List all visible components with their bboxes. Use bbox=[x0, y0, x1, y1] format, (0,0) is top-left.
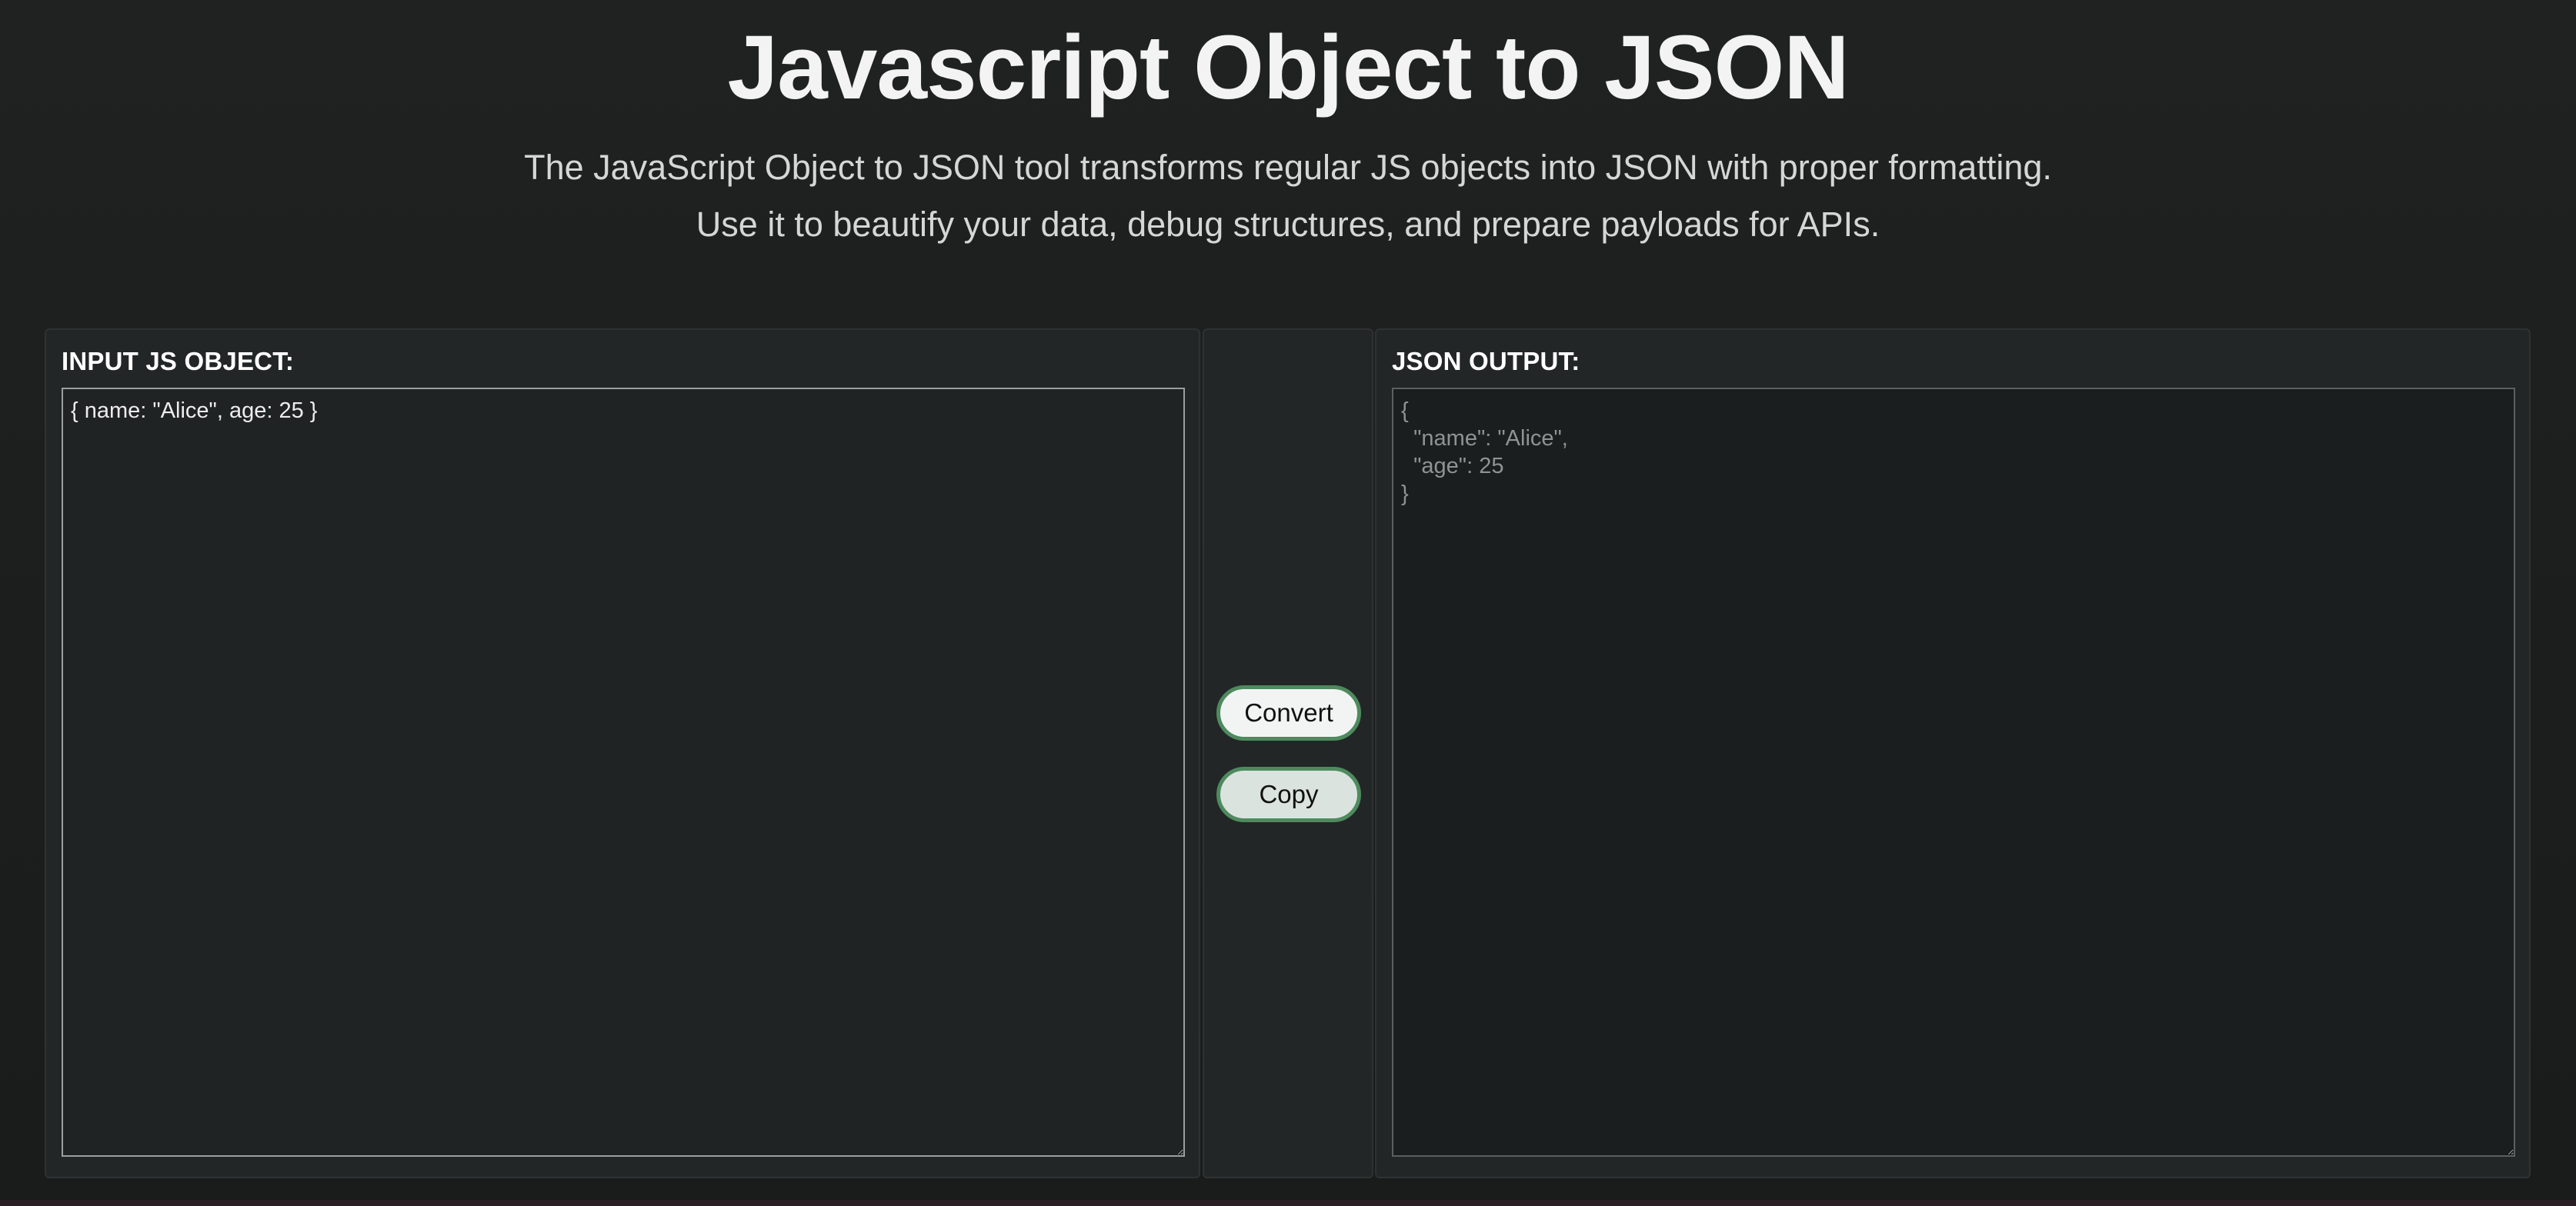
json-output[interactable]: { "name": "Alice", "age": 25 } bbox=[1392, 388, 2515, 1157]
input-panel: INPUT JS OBJECT: { name: "Alice", age: 2… bbox=[45, 328, 1200, 1178]
copy-button[interactable]: Copy bbox=[1216, 767, 1361, 822]
actions-panel: Convert Copy bbox=[1203, 328, 1373, 1178]
input-panel-label: INPUT JS OBJECT: bbox=[62, 347, 295, 375]
page-description-line-2: Use it to beautify your data, debug stru… bbox=[696, 205, 1880, 244]
js-object-input[interactable]: { name: "Alice", age: 25 } bbox=[62, 388, 1185, 1157]
convert-button[interactable]: Convert bbox=[1216, 685, 1361, 741]
page-title: Javascript Object to JSON bbox=[727, 17, 1849, 118]
output-panel: JSON OUTPUT: { "name": "Alice", "age": 2… bbox=[1375, 328, 2531, 1178]
bottom-edge bbox=[0, 1200, 2576, 1206]
output-panel-label: JSON OUTPUT: bbox=[1392, 347, 1580, 375]
page: Javascript Object to JSON The JavaScript… bbox=[0, 0, 2576, 1206]
page-description-line-1: The JavaScript Object to JSON tool trans… bbox=[524, 148, 2052, 187]
